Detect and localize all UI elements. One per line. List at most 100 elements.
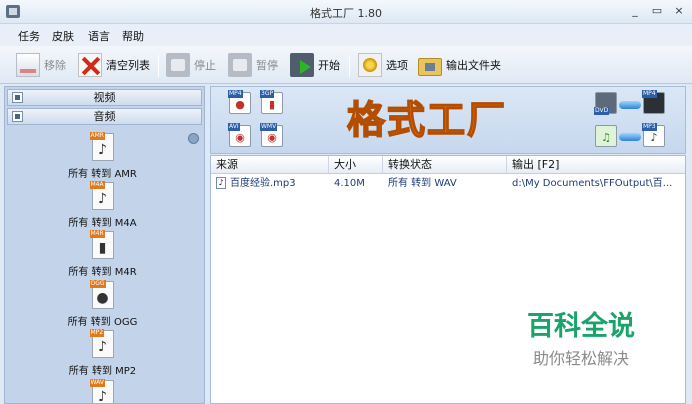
speaker-icon: ● bbox=[96, 290, 109, 306]
mp4-player-icon: MP4 bbox=[642, 90, 665, 114]
format-label: 所有 转到 M4R bbox=[68, 267, 137, 278]
cell-output: d:\My Documents\FFOutput\百... bbox=[512, 178, 673, 189]
minimize-button[interactable]: _ bbox=[628, 4, 642, 18]
format-tag: MP2 bbox=[89, 329, 105, 337]
format-item-ogg[interactable]: OGG ● 所有 转到 OGG bbox=[5, 280, 200, 328]
dvd-drive-icon: DVD bbox=[594, 92, 617, 115]
format-item-amr[interactable]: AMR ♪ 所有 转到 AMR bbox=[5, 132, 200, 180]
remove-button[interactable]: 移除 bbox=[16, 51, 66, 79]
icon-tag: MP4 bbox=[642, 90, 657, 98]
icon-tag: MP4 bbox=[228, 90, 243, 98]
format-tag: OGG bbox=[89, 280, 106, 288]
title-bar: 格式工厂 1.80 _ ▭ × bbox=[0, 0, 692, 24]
format-item-mp2[interactable]: MP2 ♪ 所有 转到 MP2 bbox=[5, 329, 200, 377]
music-note-icon: ♪ bbox=[98, 191, 107, 207]
format-panel: 视频 音频 AMR ♪ 所有 转到 AMR M4A ♪ 所有 转到 M4A M4… bbox=[4, 86, 205, 404]
start-icon bbox=[290, 53, 314, 77]
category-video[interactable]: 视频 bbox=[7, 89, 202, 106]
menu-bar: 任务 皮肤 语言 帮助 bbox=[0, 24, 692, 46]
watermark-title: 百科全说 bbox=[527, 311, 635, 342]
format-tag: M4R bbox=[89, 230, 105, 238]
format-tag: AMR bbox=[89, 132, 105, 140]
toolbar-separator bbox=[349, 55, 350, 77]
pause-label: 暂停 bbox=[256, 59, 278, 72]
stop-icon bbox=[166, 53, 190, 77]
window-title: 格式工厂 1.80 bbox=[310, 7, 382, 20]
cell-status: 所有 转到 WAV bbox=[388, 178, 457, 189]
task-list-header: 来源 大小 转换状态 输出 [F2] bbox=[211, 156, 685, 174]
format-item-m4a[interactable]: M4A ♪ 所有 转到 M4A bbox=[5, 181, 200, 229]
phone-icon: ▮ bbox=[98, 240, 107, 256]
output-folder-label: 输出文件夹 bbox=[446, 59, 501, 72]
music-note-icon: ♪ bbox=[98, 389, 107, 404]
clear-list-label: 清空列表 bbox=[106, 59, 150, 72]
toolbar: 移除 清空列表 停止 暂停 开始 选项 输出文件夹 bbox=[0, 46, 692, 84]
icon-tag: MP3 bbox=[642, 123, 657, 131]
format-item-wav[interactable]: WAV ♪ bbox=[5, 379, 200, 404]
app-logo: 格式工厂 bbox=[346, 96, 508, 143]
wmv-icon: WMV ◉ bbox=[260, 123, 283, 147]
menu-skin[interactable]: 皮肤 bbox=[52, 28, 74, 44]
column-status[interactable]: 转换状态 bbox=[383, 156, 507, 173]
remove-icon bbox=[16, 53, 40, 77]
remove-label: 移除 bbox=[44, 59, 66, 72]
banner: MP4 ● 3GP ▮ AVI ◉ WMV ◉ 格式工厂 DVD MP4 ♫ MP3 ♪ bbox=[210, 86, 686, 154]
watermark-subtitle: 助你轻松解决 bbox=[532, 349, 629, 368]
category-video-label: 视频 bbox=[93, 91, 116, 104]
format-label: 所有 转到 MP2 bbox=[68, 366, 137, 377]
cell-size: 4.10M bbox=[334, 178, 365, 189]
amr-file-icon: AMR ♪ bbox=[89, 132, 114, 161]
options-button[interactable]: 选项 bbox=[358, 51, 408, 79]
music-note-icon: ♪ bbox=[98, 339, 107, 355]
avi-icon: AVI ◉ bbox=[228, 123, 251, 147]
icon-tag: DVD bbox=[594, 107, 610, 115]
menu-task[interactable]: 任务 bbox=[18, 28, 40, 44]
start-label: 开始 bbox=[318, 59, 340, 72]
wav-file-icon: WAV ♪ bbox=[89, 379, 114, 404]
stop-label: 停止 bbox=[194, 59, 216, 72]
clear-list-button[interactable]: 清空列表 bbox=[78, 51, 150, 79]
watermark: 百科全说 助你轻松解决 bbox=[494, 297, 668, 381]
format-tag: WAV bbox=[89, 379, 105, 387]
table-row[interactable]: ♪ 百度经验.mp3 4.10M 所有 转到 WAV d:\My Documen… bbox=[211, 175, 685, 192]
column-size[interactable]: 大小 bbox=[329, 156, 383, 173]
folder-icon bbox=[418, 58, 442, 76]
stop-button[interactable]: 停止 bbox=[166, 51, 216, 79]
cd-music-icon: ♫ bbox=[595, 125, 617, 147]
toolbar-separator bbox=[158, 55, 159, 77]
3gp-icon: 3GP ▮ bbox=[260, 90, 283, 114]
menu-help[interactable]: 帮助 bbox=[122, 28, 144, 44]
format-item-m4r[interactable]: M4R ▮ 所有 转到 M4R bbox=[5, 230, 200, 278]
format-label: 所有 转到 AMR bbox=[68, 169, 137, 180]
icon-tag: WMV bbox=[260, 123, 278, 131]
menu-language[interactable]: 语言 bbox=[88, 28, 110, 44]
music-note-icon: ♪ bbox=[98, 142, 107, 158]
format-tag: M4A bbox=[89, 181, 105, 189]
clear-icon bbox=[78, 53, 102, 77]
mp2-file-icon: MP2 ♪ bbox=[89, 329, 114, 358]
m4a-file-icon: M4A ♪ bbox=[89, 181, 114, 210]
icon-tag: AVI bbox=[228, 123, 240, 131]
mp3-icon: MP3 ♪ bbox=[642, 123, 665, 147]
icon-tag: 3GP bbox=[260, 90, 275, 98]
options-icon bbox=[358, 53, 382, 77]
video-category-icon bbox=[12, 92, 23, 103]
start-button[interactable]: 开始 bbox=[290, 51, 340, 79]
audio-category-icon bbox=[12, 111, 23, 122]
category-audio[interactable]: 音频 bbox=[7, 108, 202, 125]
audio-file-icon: ♪ bbox=[216, 177, 226, 189]
column-source[interactable]: 来源 bbox=[211, 156, 329, 173]
close-button[interactable]: × bbox=[672, 4, 686, 18]
ogg-file-icon: OGG ● bbox=[89, 280, 114, 309]
output-folder-button[interactable]: 输出文件夹 bbox=[418, 51, 501, 79]
convert-arrow-icon bbox=[619, 133, 641, 141]
format-label: 所有 转到 M4A bbox=[68, 218, 137, 229]
pause-icon bbox=[228, 53, 252, 77]
cell-source: 百度经验.mp3 bbox=[230, 178, 296, 189]
mp4-icon: MP4 ● bbox=[228, 90, 251, 114]
pause-button[interactable]: 暂停 bbox=[228, 51, 278, 79]
m4r-file-icon: M4R ▮ bbox=[89, 230, 114, 259]
maximize-button[interactable]: ▭ bbox=[650, 4, 664, 18]
options-label: 选项 bbox=[386, 59, 408, 72]
column-output[interactable]: 输出 [F2] bbox=[507, 156, 685, 173]
